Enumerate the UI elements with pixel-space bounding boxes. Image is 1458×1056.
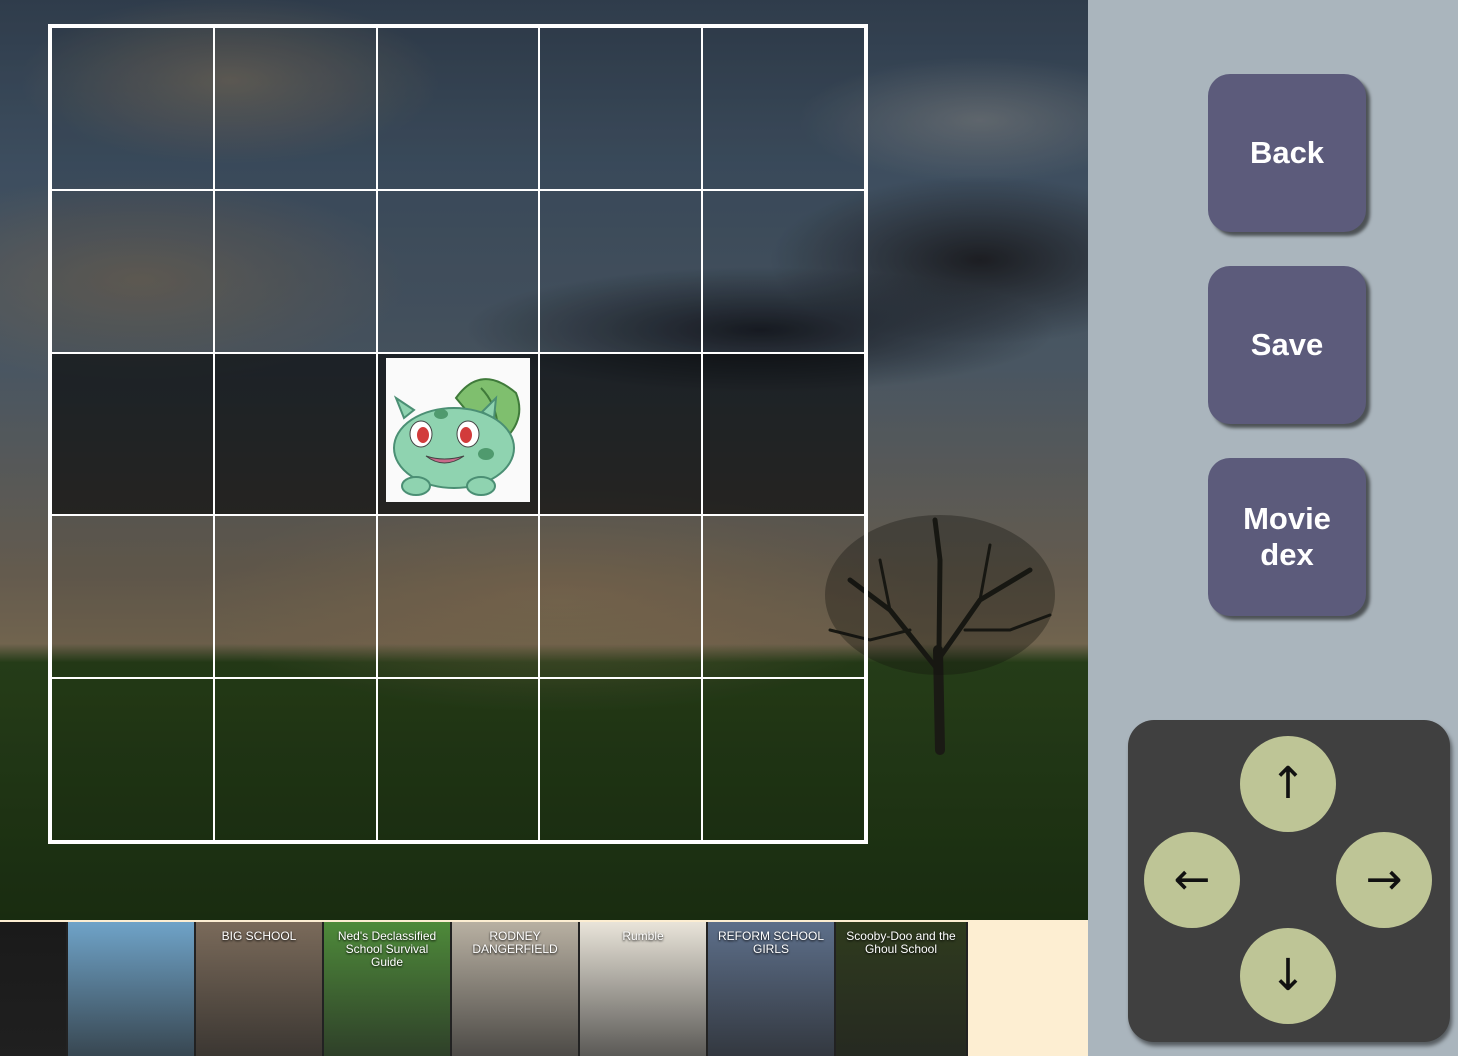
movie-poster[interactable]: RODNEY DANGERFIELD [452, 922, 580, 1056]
grid-cell[interactable] [539, 352, 703, 516]
movie-poster-title: RODNEY DANGERFIELD [472, 929, 558, 956]
grid-cell[interactable] [702, 678, 865, 841]
movie-poster-strip: BIG SCHOOL Ned's Declassified School Surv… [0, 920, 1088, 1056]
movie-poster[interactable] [0, 922, 68, 1056]
grid-cell[interactable] [213, 678, 377, 841]
grid-cell[interactable] [376, 352, 540, 516]
bulbasaur-sprite [385, 357, 530, 502]
save-button[interactable]: Save [1208, 266, 1366, 424]
movie-poster-title: Rumble [622, 929, 664, 943]
movie-poster[interactable]: Ned's Declassified School Survival Guide [324, 922, 452, 1056]
grid-cell[interactable] [51, 515, 214, 679]
back-button[interactable]: Back [1208, 74, 1366, 232]
grid-cell[interactable] [51, 678, 214, 841]
grid-cell[interactable] [213, 515, 377, 679]
grid-cell[interactable] [539, 189, 703, 353]
grid-cell[interactable] [213, 27, 377, 190]
grid-cell[interactable] [376, 189, 540, 353]
grid-cell[interactable] [51, 352, 214, 516]
grid-cell[interactable] [51, 189, 214, 353]
movie-poster-title: BIG SCHOOL [221, 929, 297, 943]
grid-cell[interactable] [376, 27, 540, 190]
moviedex-label: Movie dex [1243, 501, 1331, 573]
grid-cell[interactable] [539, 27, 703, 190]
arrow-right-button[interactable]: → [1336, 832, 1432, 928]
grid-cell[interactable] [539, 515, 703, 679]
moviedex-label-line1: Movie [1243, 501, 1331, 536]
arrow-left-button[interactable]: ← [1144, 832, 1240, 928]
movie-poster[interactable] [68, 922, 196, 1056]
movie-poster[interactable]: Rumble [580, 922, 708, 1056]
movie-poster[interactable]: REFORM SCHOOL GIRLS [708, 922, 836, 1056]
grid-cell[interactable] [213, 189, 377, 353]
grid-cell[interactable] [702, 515, 865, 679]
grid-cell[interactable] [51, 27, 214, 190]
grid-cell[interactable] [376, 678, 540, 841]
movie-poster[interactable]: BIG SCHOOL [196, 922, 324, 1056]
dpad: ↑ ← → ↓ [1128, 720, 1450, 1042]
grid-cell[interactable] [702, 27, 865, 190]
moviedex-button[interactable]: Movie dex [1208, 458, 1366, 616]
arrow-up-button[interactable]: ↑ [1240, 736, 1336, 832]
grid-cell[interactable] [539, 678, 703, 841]
movie-poster-title: Ned's Declassified School Survival Guide [337, 929, 437, 969]
grid-cell[interactable] [213, 352, 377, 516]
grid-cell[interactable] [376, 515, 540, 679]
movie-poster-title: Scooby-Doo and the Ghoul School [846, 929, 956, 956]
grid-cell[interactable] [702, 189, 865, 353]
game-grid [48, 24, 868, 844]
grid-cell[interactable] [702, 352, 865, 516]
arrow-down-button[interactable]: ↓ [1240, 928, 1336, 1024]
moviedex-label-line2: dex [1260, 537, 1314, 572]
movie-poster-title: REFORM SCHOOL GIRLS [717, 929, 824, 956]
movie-poster[interactable]: Scooby-Doo and the Ghoul School [836, 922, 968, 1056]
